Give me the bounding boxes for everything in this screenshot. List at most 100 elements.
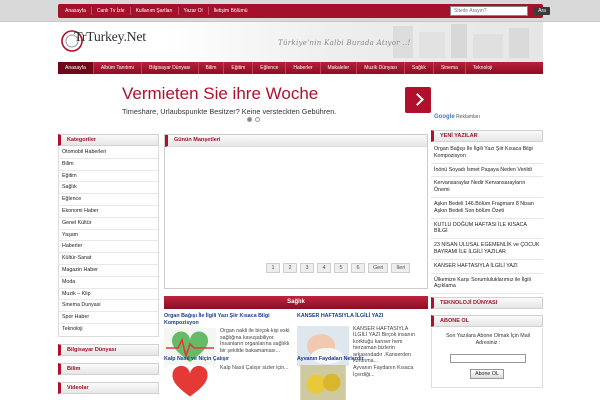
heart-image[interactable]: [164, 365, 216, 400]
recent-post-link[interactable]: Ülkemize Karşı Sorumluluklarımız ile İlg…: [431, 274, 543, 295]
news-item: Organ Bağışı İle İlgili Yazı Şiir Kısaca…: [164, 313, 291, 372]
pager-page-2[interactable]: 2: [283, 263, 297, 273]
recent-post-link[interactable]: Aşkın Bedeli 146.Bölüm Fragmanı 8 Nisan …: [431, 198, 543, 219]
nav-item-articles[interactable]: Makaleler: [321, 62, 358, 74]
logo-text: TrTurkey.Net: [74, 30, 146, 45]
news-excerpt: Organ nakli ile birçok kişi eski sağlığı…: [220, 328, 290, 354]
news-excerpt: Kalp Nasıl Çalışır sizler için...: [220, 365, 289, 371]
news-title[interactable]: Kalp Nasıl ve Niçin Çalışır: [164, 356, 229, 362]
category-item[interactable]: Teknoloji: [59, 324, 158, 336]
right-sidebar: YENİ YAZILAR Organ Bağışı İle İlgili Yaz…: [431, 130, 543, 389]
category-item[interactable]: Sağlık: [59, 182, 158, 195]
recent-post-link[interactable]: KUTLU DOĞUM HAFTASI İLE KISACA BİLGİ: [431, 219, 543, 240]
top-bar: Anasayfa Canlı Tv İzle Kullanım Şartları…: [0, 0, 600, 22]
site-header: Türkiye'nin Kalbi Burada Atıyor ..! TrTu…: [58, 22, 543, 62]
top-link-contact[interactable]: İletişim Bölümü: [209, 7, 253, 15]
category-item[interactable]: Ekonomi Haber: [59, 206, 158, 218]
computer-world-title: Bilgisayar Dünyası: [58, 343, 159, 356]
category-item[interactable]: Yaşam: [59, 230, 158, 242]
site-logo[interactable]: TrTurkey.Net: [58, 24, 168, 58]
category-item[interactable]: Sinema Dunyasi: [59, 300, 158, 313]
health-section-title[interactable]: Sağlık: [164, 296, 428, 309]
ad-banner[interactable]: Vermieten Sie ihre Woche Timeshare, Urla…: [115, 82, 445, 126]
category-item[interactable]: Muzik – Klip: [59, 289, 158, 301]
search-button[interactable]: Ara: [534, 7, 550, 15]
recent-post-link[interactable]: Kervansaraylar Nedir Kervansarayların Ön…: [431, 177, 543, 198]
pager-next-button[interactable]: İleri: [391, 263, 411, 273]
top-link-home[interactable]: Anasayfa: [60, 7, 92, 15]
main-content: Günün Manşetleri 1 2 3 4 5 6 Geri İleri …: [164, 134, 428, 400]
category-list: Otomobil Haberleri Bilim Eğitim Sağlık E…: [58, 147, 159, 337]
nav-item-health[interactable]: Sağlık: [405, 62, 434, 74]
category-item[interactable]: Haberler: [59, 241, 158, 254]
categories-title: Kategoriler: [58, 134, 159, 146]
news-body: Ayvanın Faydanın Kısaca İçerdiği...: [297, 365, 424, 400]
science-title: Bilim: [58, 362, 159, 375]
subscribe-email-input[interactable]: [450, 354, 526, 364]
recent-post-link[interactable]: KANSER HAFTASIYLA İLGİLİ YAZI: [431, 260, 543, 274]
recent-post-link[interactable]: İnönü Soyadı İsmet Paşaya Neden Verildi: [431, 164, 543, 178]
left-sidebar: Kategoriler Otomobil Haberleri Bilim Eği…: [58, 134, 159, 395]
category-item[interactable]: Spor Haber: [59, 312, 158, 324]
pager-page-3[interactable]: 3: [300, 263, 314, 273]
tech-world-title: TEKNOLOJİ DÜNYASI: [431, 297, 543, 310]
top-bar-inner: Anasayfa Canlı Tv İzle Kullanım Şartları…: [58, 4, 550, 18]
subscribe-box: Son Yazılara Abone Olmak İçin Mail Adres…: [431, 328, 543, 389]
nav-item-news[interactable]: Haberler: [286, 62, 321, 74]
recent-post-link[interactable]: Organ Bağışı İle İlgili Yazı Şiir Kısaca…: [431, 143, 543, 164]
recent-posts-title: YENİ YAZILAR: [431, 130, 543, 142]
ad-dot-1[interactable]: [247, 117, 252, 122]
ad-dot-2[interactable]: [255, 117, 260, 122]
headlines-pager: 1 2 3 4 5 6 Geri İleri: [266, 263, 413, 273]
pager-prev-button[interactable]: Geri: [368, 263, 389, 273]
pager-page-5[interactable]: 5: [334, 263, 348, 273]
category-item[interactable]: Genel Kültür: [59, 218, 158, 230]
heart-beat-image[interactable]: [164, 328, 216, 368]
nav-item-education[interactable]: Eğitim: [224, 62, 254, 74]
category-item[interactable]: Magazin Haber: [59, 265, 158, 277]
nav-item-science[interactable]: Bilim: [199, 62, 225, 74]
news-title[interactable]: Organ Bağışı İle İlgili Yazı Şiir Kısaca…: [164, 313, 291, 326]
nav-item-computer[interactable]: Bilgisayar Dünyası: [142, 62, 199, 74]
subscribe-button[interactable]: Abone OL: [470, 369, 504, 380]
quince-image[interactable]: [297, 365, 349, 400]
category-item[interactable]: Bilim: [59, 159, 158, 171]
category-item[interactable]: Kültür-Sanat: [59, 253, 158, 265]
top-link-terms[interactable]: Kullanım Şartları: [131, 7, 179, 15]
nav-item-entertainment[interactable]: Eğlence: [253, 62, 287, 74]
nav-item-technology[interactable]: Teknoloji: [466, 62, 499, 74]
news-title[interactable]: KANSER HAFTASIYLA İLGİLİ YAZI: [297, 313, 424, 320]
subscribe-title: ABONE OL: [431, 315, 543, 328]
news-excerpt: Ayvanın Faydanın Kısaca İçerdiği...: [353, 365, 414, 378]
nav-item-album[interactable]: Albüm Tanıtımı: [94, 62, 143, 74]
header-banner: Türkiye'nin Kalbi Burada Atıyor ..!: [163, 22, 543, 62]
recent-posts-list: Organ Bağışı İle İlgili Yazı Şiir Kısaca…: [431, 143, 543, 295]
nav-item-cinema[interactable]: Sinema: [434, 62, 466, 74]
headlines-box: Günün Manşetleri 1 2 3 4 5 6 Geri İleri: [164, 134, 428, 289]
pager-page-1[interactable]: 1: [266, 263, 280, 273]
ad-subtitle: Timeshare, Urlaubspunkte Besitzer? Keine…: [122, 107, 337, 116]
main-nav: Anasayfa Albüm Tanıtımı Bilgisayar Dünya…: [58, 62, 543, 74]
ad-arrow-icon[interactable]: [405, 87, 431, 113]
top-link-live-tv[interactable]: Canlı Tv İzle: [92, 7, 131, 15]
nav-item-home[interactable]: Anasayfa: [58, 62, 94, 74]
ad-choices[interactable]: Google Reklamları: [434, 114, 480, 120]
category-item[interactable]: Eğitim: [59, 171, 158, 183]
category-item[interactable]: Moda: [59, 277, 158, 289]
subscribe-text: Son Yazılara Abone Olmak İçin Mail Adres…: [445, 333, 530, 347]
nav-item-music[interactable]: Muzik Dünyası: [357, 62, 406, 74]
news-title[interactable]: Ayvanın Faydaları Nelerdir: [297, 356, 364, 362]
ad-pagination: [247, 117, 263, 124]
videos-title: Videolar: [58, 381, 159, 394]
category-item[interactable]: Otomobil Haberleri: [59, 147, 158, 159]
news-body: Kalp Nasıl Çalışır sizler için...: [164, 365, 291, 400]
ad-choices-brand: Google: [434, 114, 455, 120]
ad-choices-label: Reklamları: [456, 114, 480, 120]
search-input[interactable]: [450, 6, 528, 16]
category-item[interactable]: Eğlence: [59, 194, 158, 206]
ad-title[interactable]: Vermieten Sie ihre Woche: [122, 84, 318, 104]
top-link-become-author[interactable]: Yazar Ol: [179, 7, 209, 15]
pager-page-4[interactable]: 4: [317, 263, 331, 273]
pager-page-6[interactable]: 6: [351, 263, 365, 273]
recent-post-link[interactable]: 23 NİSAN ULUSAL EGEMENLİK ve ÇOCUK BAYRA…: [431, 239, 543, 260]
